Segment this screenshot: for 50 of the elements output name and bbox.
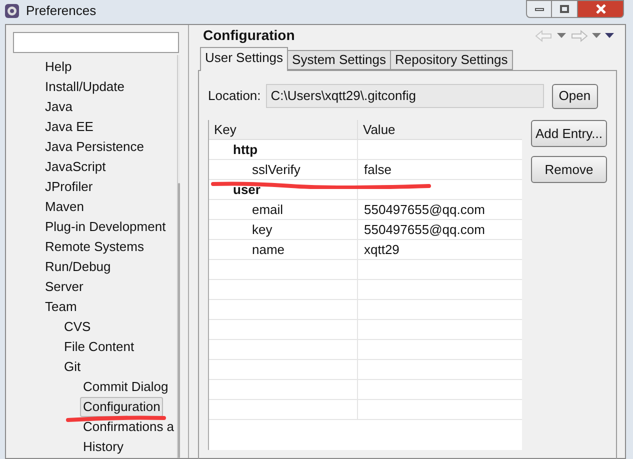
tab[interactable]: Repository Settings (390, 50, 513, 70)
tree-item[interactable]: JProfiler (42, 177, 96, 197)
tree-item[interactable]: Java Persistence (42, 137, 147, 157)
table-cell[interactable]: xqtt29 (364, 240, 400, 260)
window-title: Preferences (26, 2, 96, 20)
tree-item[interactable]: Remote Systems (42, 237, 147, 257)
tree-item[interactable]: Configuration (80, 397, 164, 417)
tree-item[interactable]: Plug-in Development (42, 217, 169, 237)
table-cell[interactable]: 550497655@qq.com (364, 200, 485, 220)
tree-item[interactable]: Server (42, 277, 86, 297)
tab[interactable]: User Settings (200, 47, 288, 71)
tree-item[interactable]: JavaScript (42, 157, 109, 177)
tree-item[interactable]: Java (42, 97, 76, 117)
table-cell[interactable]: key (252, 220, 272, 240)
table-cell[interactable]: http (233, 140, 258, 160)
scrollbar[interactable] (177, 55, 180, 458)
open-button[interactable]: Open (552, 84, 598, 108)
location-label: Location: (208, 87, 261, 106)
minimize-button[interactable] (526, 0, 552, 18)
gear-icon (4, 3, 20, 19)
tree-item[interactable]: Confirmations a (80, 417, 178, 437)
table-cell[interactable]: false (364, 160, 392, 180)
close-icon (594, 4, 606, 14)
tree-item[interactable]: Commit Dialog (80, 377, 172, 397)
action-button[interactable]: Add Entry... (531, 120, 607, 147)
filter-field[interactable] (13, 32, 179, 53)
column-header[interactable]: Key (214, 120, 236, 140)
location-field: C:\Users\xqtt29\.gitconfig (266, 84, 544, 108)
tree-item[interactable]: Team (42, 297, 80, 317)
tree-item[interactable]: Help (42, 57, 75, 77)
tree-item[interactable]: Git (61, 357, 84, 377)
tree-item[interactable]: Run/Debug (42, 257, 114, 277)
tree-item[interactable]: CVS (61, 317, 94, 337)
table-cell[interactable]: name (252, 240, 285, 260)
table-cell[interactable]: sslVerify (252, 160, 300, 180)
tab[interactable]: System Settings (287, 50, 391, 70)
tree-item[interactable]: Maven (42, 197, 88, 217)
table-cell[interactable]: user (233, 180, 260, 200)
tree-item[interactable]: File Content (61, 337, 138, 357)
maximize-button[interactable] (552, 0, 578, 18)
action-button[interactable]: Remove (531, 156, 607, 183)
close-button[interactable] (578, 0, 624, 18)
table-cell[interactable]: email (252, 200, 284, 220)
tree-item[interactable]: Install/Update (42, 77, 128, 97)
column-header[interactable]: Value (363, 120, 396, 140)
page-title: Configuration (203, 26, 295, 45)
tree-item[interactable]: History (80, 437, 126, 457)
caret-icon[interactable] (557, 33, 566, 38)
table-cell[interactable]: 550497655@qq.com (364, 220, 485, 240)
tree-item[interactable]: Java EE (42, 117, 96, 137)
